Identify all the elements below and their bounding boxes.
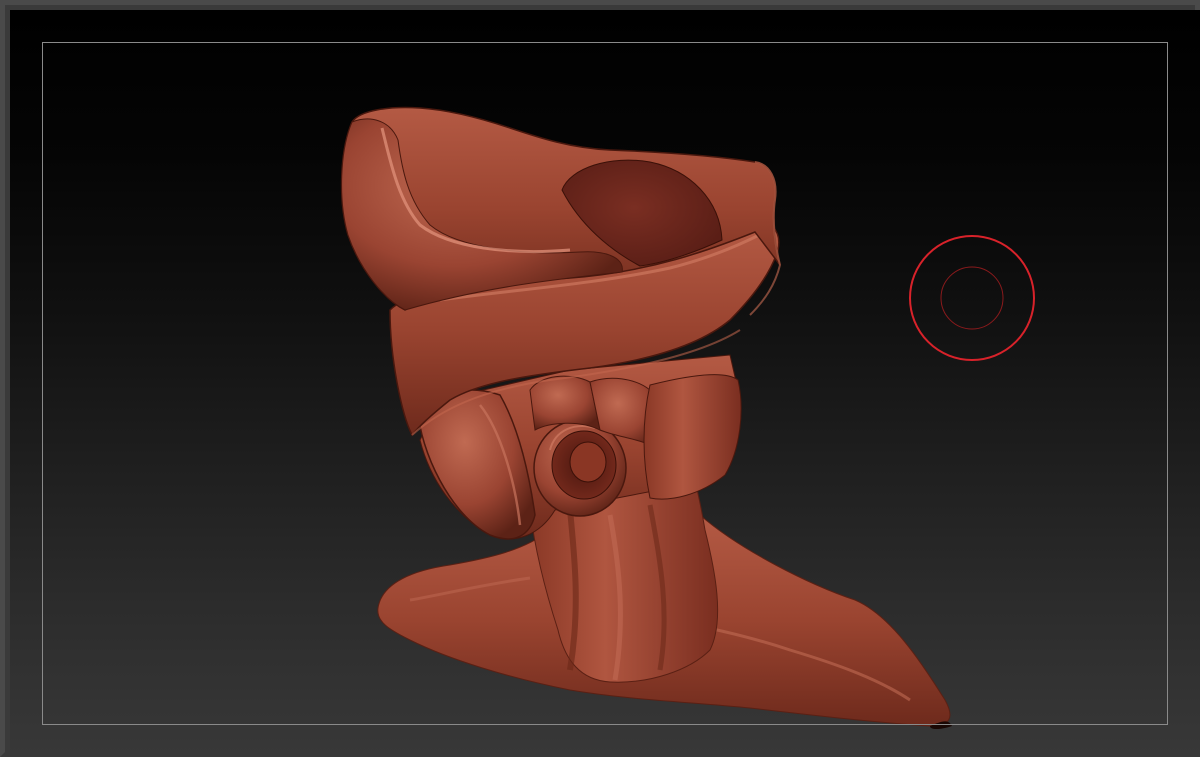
brush-inner-ring	[940, 266, 1004, 330]
app-frame	[0, 0, 1200, 757]
brush-outer-ring	[909, 235, 1035, 361]
brush-cursor-icon[interactable]	[908, 234, 1036, 362]
sculpt-viewport[interactable]	[10, 10, 1200, 757]
document-frame	[42, 42, 1168, 725]
